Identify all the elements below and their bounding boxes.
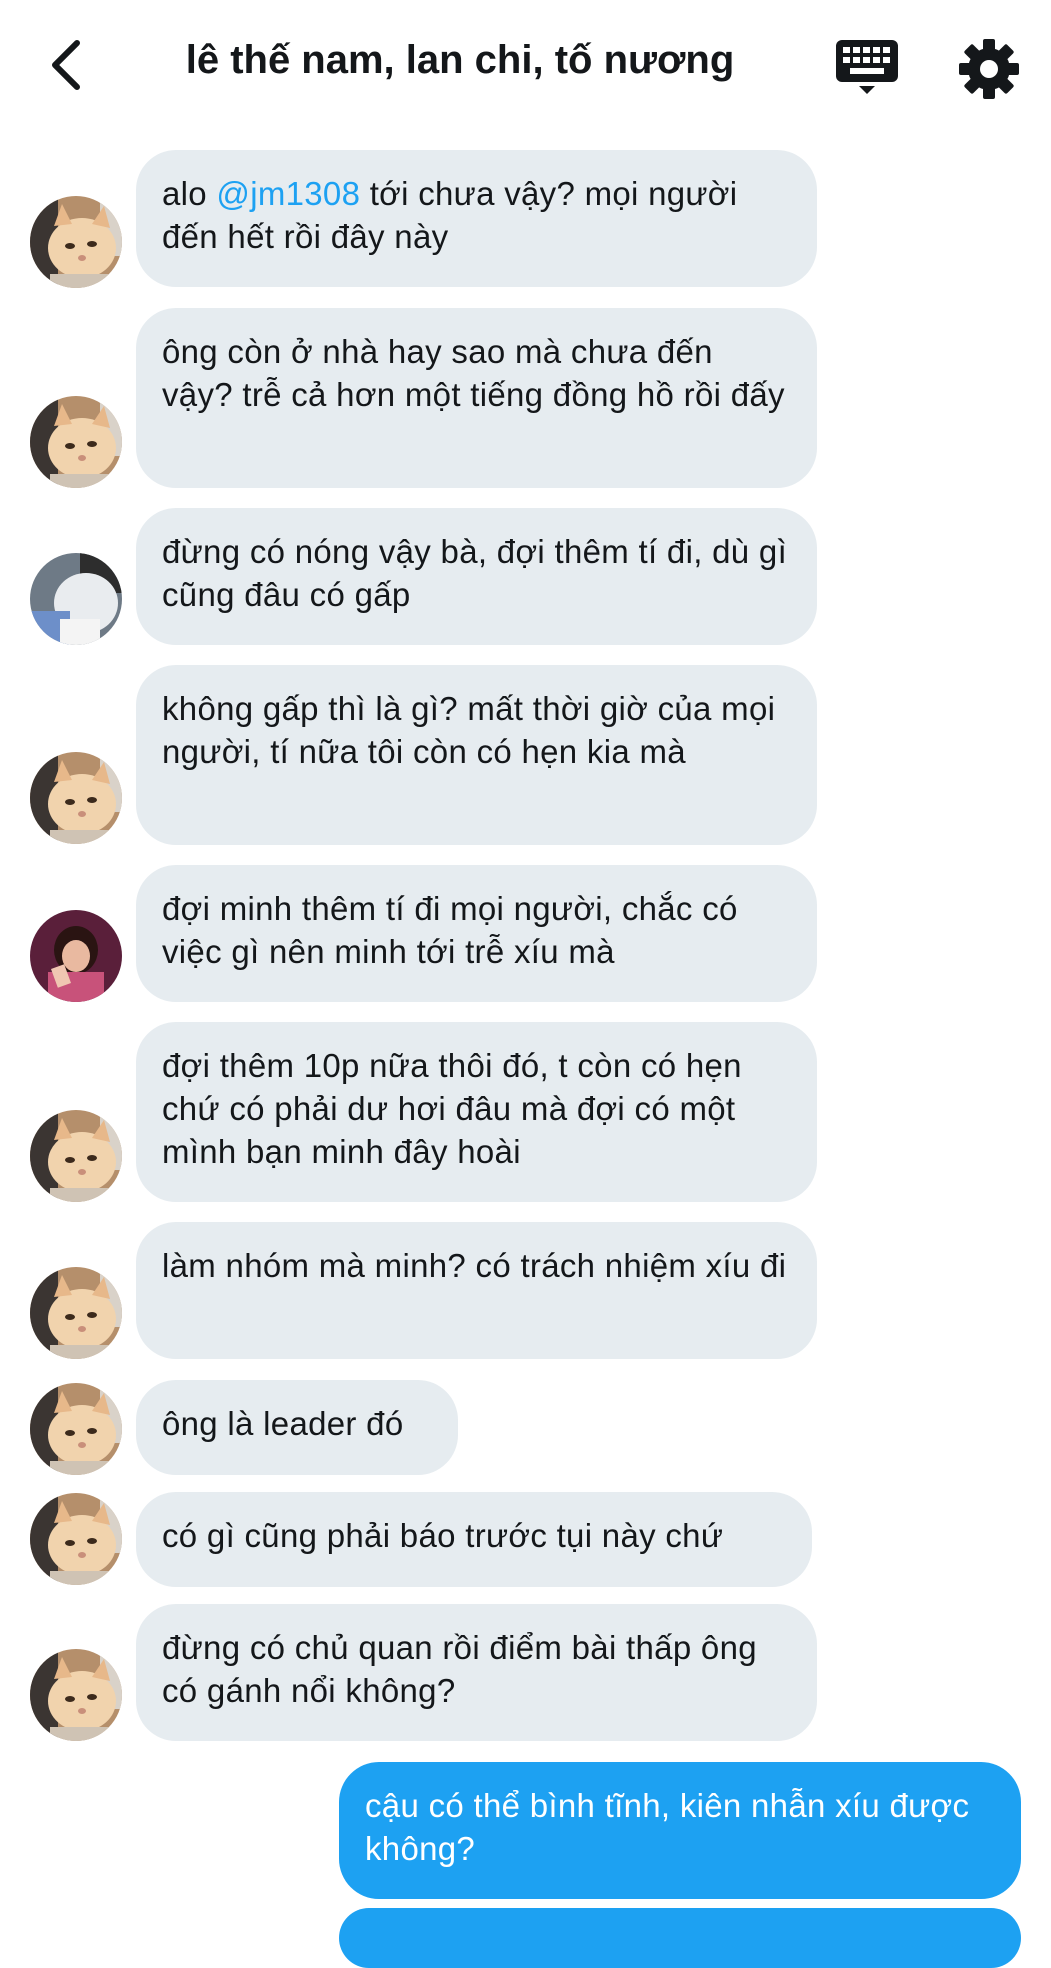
message-bubble[interactable]: ông còn ở nhà hay sao mà chưa đến vậy? t…	[136, 308, 817, 488]
message-bubble[interactable]: làm nhóm mà minh? có trách nhiệm xíu đi	[136, 1222, 817, 1359]
gear-icon	[959, 39, 1019, 99]
cat-avatar-image	[30, 396, 122, 488]
back-button[interactable]	[30, 30, 100, 100]
cat-avatar-image	[30, 1110, 122, 1202]
keyboard-button[interactable]	[832, 36, 902, 98]
my-message-bubble[interactable]	[339, 1908, 1021, 1968]
avatar[interactable]	[30, 1267, 122, 1359]
my-message-bubble[interactable]: cậu có thể bình tĩnh, kiên nhẫn xíu được…	[339, 1762, 1021, 1899]
avatar[interactable]	[30, 396, 122, 488]
message-text: đợi minh thêm tí đi mọi người, chắc có v…	[162, 890, 738, 970]
message-text: alo	[162, 175, 217, 212]
keyboard-icon	[836, 40, 898, 94]
message-text: làm nhóm mà minh? có trách nhiệm xíu đi	[162, 1247, 787, 1284]
mention-link[interactable]: @jm1308	[216, 175, 360, 212]
message-bubble[interactable]: đợi thêm 10p nữa thôi đó, t còn có hẹn c…	[136, 1022, 817, 1202]
cat-avatar-image	[30, 1649, 122, 1741]
person-avatar-image	[30, 553, 122, 645]
message-text: ông còn ở nhà hay sao mà chưa đến vậy? t…	[162, 333, 785, 413]
avatar[interactable]	[30, 1649, 122, 1741]
message-bubble[interactable]: có gì cũng phải báo trước tụi này chứ	[136, 1492, 812, 1587]
cat-avatar-image	[30, 1267, 122, 1359]
message-text: đừng có chủ quan rồi điểm bài thấp ông c…	[162, 1629, 757, 1709]
message-text: có gì cũng phải báo trước tụi này chứ	[162, 1517, 724, 1554]
avatar[interactable]	[30, 196, 122, 288]
message-text: không gấp thì là gì? mất thời giờ của mọ…	[162, 690, 776, 770]
message-text: ông là leader đó	[162, 1405, 404, 1442]
avatar[interactable]	[30, 553, 122, 645]
message-text: đợi thêm 10p nữa thôi đó, t còn có hẹn c…	[162, 1047, 742, 1170]
message-bubble[interactable]: alo @jm1308 tới chưa vậy? mọi người đến …	[136, 150, 817, 287]
message-text: đừng có nóng vậy bà, đợi thêm tí đi, dù …	[162, 533, 788, 613]
chat-header: lê thế nam, lan chi, tố nương	[0, 0, 1051, 130]
message-list[interactable]: alo @jm1308 tới chưa vậy? mọi người đến …	[0, 130, 1051, 1968]
avatar[interactable]	[30, 1110, 122, 1202]
message-bubble[interactable]: ông là leader đó	[136, 1380, 458, 1475]
message-bubble[interactable]: đừng có chủ quan rồi điểm bài thấp ông c…	[136, 1604, 817, 1741]
cat-avatar-image	[30, 1493, 122, 1585]
girl-avatar-image	[30, 910, 122, 1002]
cat-avatar-image	[30, 196, 122, 288]
cat-avatar-image	[30, 1383, 122, 1475]
message-text: cậu có thể bình tĩnh, kiên nhẫn xíu được…	[365, 1787, 970, 1867]
message-bubble[interactable]: đừng có nóng vậy bà, đợi thêm tí đi, dù …	[136, 508, 817, 645]
avatar[interactable]	[30, 1493, 122, 1585]
chevron-left-icon	[52, 40, 80, 90]
message-bubble[interactable]: đợi minh thêm tí đi mọi người, chắc có v…	[136, 865, 817, 1002]
conversation-title: lê thế nam, lan chi, tố nương	[185, 38, 735, 82]
avatar[interactable]	[30, 1383, 122, 1475]
avatar[interactable]	[30, 752, 122, 844]
message-bubble[interactable]: không gấp thì là gì? mất thời giờ của mọ…	[136, 665, 817, 845]
cat-avatar-image	[30, 752, 122, 844]
settings-button[interactable]	[956, 36, 1022, 102]
avatar[interactable]	[30, 910, 122, 1002]
